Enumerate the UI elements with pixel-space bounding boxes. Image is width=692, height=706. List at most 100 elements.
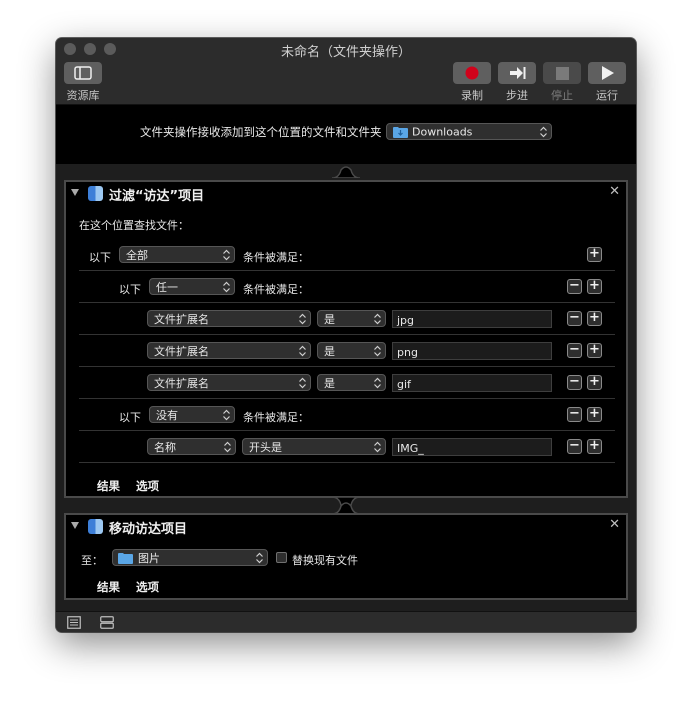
updown-arrows-icon: [374, 441, 381, 452]
disclosure-triangle-icon[interactable]: [71, 522, 79, 529]
results-tab[interactable]: 结果: [97, 478, 120, 494]
criteria-match-select[interactable]: 任一: [149, 278, 235, 295]
criteria-field-select[interactable]: 名称: [147, 438, 236, 455]
run-button[interactable]: [588, 62, 626, 84]
action-connector-icon: [332, 502, 360, 514]
play-icon: [601, 66, 614, 80]
record-icon: [465, 66, 479, 80]
updown-arrows-icon: [256, 552, 263, 563]
updown-arrows-icon: [374, 345, 381, 356]
add-criteria-button[interactable]: +: [587, 375, 602, 390]
row-divider: [79, 366, 615, 367]
remove-criteria-button[interactable]: −: [567, 407, 582, 422]
row-divider: [79, 302, 615, 303]
updown-arrows-icon: [299, 313, 306, 324]
filter-action-title: 过滤“访达”项目: [109, 189, 205, 204]
criteria-field-value: 名称: [154, 440, 176, 454]
automator-window: 未命名（文件夹操作） 资源库 录制 步进 停止 运行 文件夹操作接收添加到这个位…: [56, 38, 636, 632]
stop-button[interactable]: [543, 62, 581, 84]
criteria-match-value: 全部: [126, 248, 148, 262]
action-connector-icon: [332, 166, 360, 178]
criteria-match-value: 任一: [156, 280, 178, 294]
criteria-match-select[interactable]: 没有: [149, 406, 235, 423]
close-icon[interactable]: ✕: [609, 184, 620, 199]
remove-criteria-button[interactable]: −: [567, 343, 582, 358]
add-criteria-button[interactable]: +: [587, 311, 602, 326]
stop-icon: [555, 66, 569, 80]
options-tab[interactable]: 选项: [136, 478, 159, 494]
criteria-match-value: 没有: [156, 408, 178, 422]
criteria-value-field[interactable]: jpg: [392, 310, 552, 328]
criteria-operator-select[interactable]: 是: [317, 342, 386, 359]
destination-value: 图片: [138, 551, 160, 565]
stop-label: 停止: [551, 89, 573, 102]
step-label: 步进: [506, 89, 528, 102]
record-button[interactable]: [453, 62, 491, 84]
sidebar-icon: [74, 66, 92, 80]
filter-action-header: 过滤“访达”项目 ✕: [66, 182, 626, 206]
criteria-field-select[interactable]: 文件扩展名: [147, 374, 311, 391]
remove-criteria-button[interactable]: −: [567, 279, 582, 294]
criteria-value-field[interactable]: png: [392, 342, 552, 360]
criteria-operator-value: 是: [324, 344, 335, 358]
folder-action-header: 文件夹操作接收添加到这个位置的文件和文件夹 Downloads: [56, 105, 636, 164]
updown-arrows-icon: [299, 345, 306, 356]
move-action-header: 移动访达项目 ✕: [66, 515, 626, 539]
add-criteria-button[interactable]: +: [587, 439, 602, 454]
updown-arrows-icon: [540, 126, 547, 137]
search-location-label: 在这个位置查找文件：: [79, 219, 189, 232]
disclosure-triangle-icon[interactable]: [71, 189, 79, 196]
criteria-field-select[interactable]: 文件扩展名: [147, 310, 311, 327]
criteria-value-field[interactable]: gif: [392, 374, 552, 392]
title-bar: 未命名（文件夹操作） 资源库 录制 步进 停止 运行: [56, 38, 636, 105]
finder-icon: [88, 519, 103, 534]
criteria-field-value: 文件扩展名: [154, 312, 209, 326]
criteria-field-value: 文件扩展名: [154, 376, 209, 390]
remove-criteria-button[interactable]: −: [567, 311, 582, 326]
criteria-field-value: 文件扩展名: [154, 344, 209, 358]
folder-select[interactable]: Downloads: [386, 123, 552, 140]
step-icon: [510, 67, 526, 79]
replace-existing-checkbox[interactable]: [276, 552, 287, 563]
add-criteria-button[interactable]: +: [587, 407, 602, 422]
criteria-operator-select[interactable]: 是: [317, 374, 386, 391]
downloads-folder-icon: [393, 127, 408, 138]
variables-icon[interactable]: [100, 616, 114, 629]
remove-criteria-button[interactable]: −: [567, 375, 582, 390]
destination-label: 至：: [81, 554, 103, 567]
criteria-field-select[interactable]: 文件扩展名: [147, 342, 311, 359]
destination-select[interactable]: 图片: [112, 549, 268, 566]
criteria-prefix: 以下: [119, 411, 141, 424]
updown-arrows-icon: [223, 409, 230, 420]
options-tab[interactable]: 选项: [136, 579, 159, 595]
updown-arrows-icon: [299, 377, 306, 388]
move-action-title: 移动访达项目: [109, 522, 188, 537]
remove-criteria-button[interactable]: −: [567, 439, 582, 454]
log-list-icon[interactable]: [67, 616, 81, 629]
filter-finder-items-action: 过滤“访达”项目 ✕ 在这个位置查找文件： 以下 全部 条件被满足： + 以下 …: [64, 180, 628, 498]
add-criteria-button[interactable]: +: [587, 279, 602, 294]
criteria-value-field[interactable]: IMG_: [392, 438, 552, 456]
row-divider: [79, 398, 615, 399]
finder-icon: [88, 186, 103, 201]
library-label: 资源库: [66, 89, 100, 102]
row-divider: [79, 270, 615, 271]
criteria-operator-select[interactable]: 是: [317, 310, 386, 327]
window-title: 未命名（文件夹操作）: [280, 45, 411, 60]
step-button[interactable]: [498, 62, 536, 84]
criteria-match-select[interactable]: 全部: [119, 246, 235, 263]
criteria-suffix: 条件被满足：: [243, 411, 309, 424]
run-label: 运行: [596, 89, 618, 102]
updown-arrows-icon: [374, 313, 381, 324]
criteria-prefix: 以下: [119, 283, 141, 296]
updown-arrows-icon: [374, 377, 381, 388]
replace-existing-label: 替换现有文件: [292, 554, 358, 567]
add-criteria-button[interactable]: +: [587, 247, 602, 262]
add-criteria-button[interactable]: +: [587, 343, 602, 358]
results-tab[interactable]: 结果: [97, 579, 120, 595]
close-icon[interactable]: ✕: [609, 517, 620, 532]
row-divider: [79, 462, 615, 463]
criteria-operator-select[interactable]: 开头是: [242, 438, 386, 455]
library-button[interactable]: [64, 62, 102, 84]
updown-arrows-icon: [223, 249, 230, 260]
